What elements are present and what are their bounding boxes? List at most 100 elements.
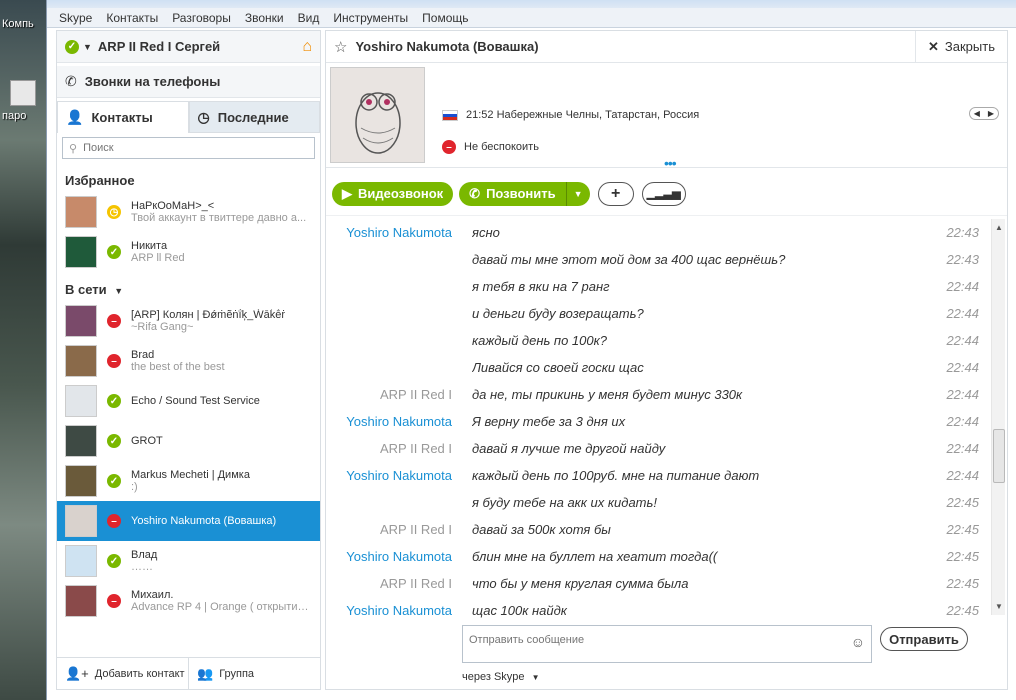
avatar bbox=[65, 465, 97, 497]
call-button[interactable]: ✆ Позвонить bbox=[459, 181, 566, 206]
message-text: давай за 500к хотя бы bbox=[472, 522, 611, 537]
menu-skype[interactable]: Skype bbox=[59, 11, 92, 25]
emoticon-icon[interactable]: ☺ bbox=[851, 634, 865, 650]
star-icon[interactable]: ☆ bbox=[334, 38, 347, 56]
desktop-file-icon[interactable] bbox=[10, 80, 36, 106]
message-sender[interactable]: Yoshiro Nakumota bbox=[326, 468, 452, 483]
avatar bbox=[65, 585, 97, 617]
message-sender[interactable]: Yoshiro Nakumota bbox=[326, 225, 452, 240]
tab-contacts[interactable]: 👤 Контакты bbox=[57, 101, 189, 133]
message-row: Yoshiro Nakumota Я верну тебе за 3 дня их… bbox=[326, 408, 991, 435]
dnd-status-icon: – bbox=[442, 140, 456, 154]
contact-item[interactable]: ✓ Влад…… bbox=[57, 541, 320, 581]
group-icon: 👥 bbox=[197, 665, 214, 681]
message-sender[interactable]: ARP II Red I bbox=[326, 441, 452, 456]
contact-item[interactable]: ◷ НаРкОоМаН>_< Твой аккаунт в твиттере дав… bbox=[57, 192, 320, 232]
call-dropdown-button[interactable]: ▼ bbox=[565, 181, 590, 206]
message-sender[interactable]: ARP II Red I bbox=[326, 576, 452, 591]
signal-bars-icon: ▁▂▃▅ bbox=[646, 188, 681, 200]
profile-name[interactable]: ARP II Red I Сергей bbox=[98, 39, 220, 54]
contact-item[interactable]: – Yoshiro Nakumota (Вовашка) bbox=[57, 501, 320, 541]
favorites-list: ◷ НаРкОоМаН>_< Твой аккаунт в твиттере дав… bbox=[57, 192, 320, 272]
message-time: 22:44 bbox=[946, 360, 979, 375]
via-selector[interactable]: через Skype ▼ bbox=[462, 671, 540, 683]
message-time: 22:45 bbox=[946, 576, 979, 591]
contact-name: Markus Mecheti | Димка bbox=[131, 469, 250, 481]
dnd-status-icon: – bbox=[107, 354, 121, 368]
scroll-thumb[interactable] bbox=[993, 429, 1005, 483]
menu-tools[interactable]: Инструменты bbox=[333, 11, 408, 25]
call-label: Позвонить bbox=[486, 186, 556, 201]
message-row: Yoshiro Nakumota щас 100к найдк 22:45 bbox=[326, 597, 991, 619]
arrow-right-icon[interactable]: ▶ bbox=[984, 108, 998, 119]
video-call-button[interactable]: ▶ Видеозвонок bbox=[332, 181, 454, 206]
message-row: и деньги буду возеращать? 22:44 bbox=[326, 300, 991, 327]
contact-mood: ~Rifa Gang~ bbox=[131, 321, 194, 333]
phone-calls-bar[interactable]: ✆ Звонки на телефоны bbox=[57, 66, 320, 98]
favorites-header[interactable]: Избранное bbox=[57, 163, 320, 192]
person-icon: 👤 bbox=[66, 109, 84, 125]
message-time: 22:43 bbox=[946, 225, 979, 240]
add-button[interactable]: + bbox=[597, 181, 634, 206]
online-status-icon[interactable]: ✓ bbox=[65, 39, 79, 54]
title-bar bbox=[47, 0, 1016, 8]
contact-text: [ARP] Колян | Ɖǿṁẽṅḯķ_Ẃāḱḕṙ ~Rifa Gang~ bbox=[131, 309, 312, 333]
contact-text: Михаил. Advance RP 4 | Orange ( открытие.… bbox=[131, 589, 312, 613]
message-sender[interactable]: ARP II Red I bbox=[326, 387, 452, 402]
contact-item[interactable]: ✓ Markus Mecheti | Димка:) bbox=[57, 461, 320, 501]
desktop-label-computer: Компь bbox=[2, 18, 34, 30]
contact-item[interactable]: ✓ GROT bbox=[57, 421, 320, 461]
message-sender[interactable]: Yoshiro Nakumota bbox=[326, 414, 452, 429]
dnd-status-icon: – bbox=[107, 514, 121, 528]
contact-item[interactable]: – Brad the best of the best bbox=[57, 341, 320, 381]
tab-recent[interactable]: ◷ Последние bbox=[188, 101, 320, 133]
contact-item[interactable]: – [ARP] Колян | Ɖǿṁẽṅḯķ_Ẃāḱḕṙ ~Rifa Gang~ bbox=[57, 301, 320, 341]
message-sender[interactable]: ARP II Red I bbox=[326, 522, 452, 537]
message-text: я тебя в яки на 7 ранг bbox=[472, 279, 610, 294]
desktop-strip: Компь паро bbox=[0, 0, 46, 700]
chevron-down-icon[interactable]: ▼ bbox=[83, 42, 92, 52]
add-contact-button[interactable]: 👤+ Добавить контакт bbox=[57, 658, 188, 689]
online-header[interactable]: В сети ▼ bbox=[57, 272, 320, 301]
message-input[interactable] bbox=[469, 630, 839, 650]
message-sender[interactable]: Yoshiro Nakumota bbox=[326, 603, 452, 618]
message-text: я буду тебе на акк их кидать! bbox=[472, 495, 657, 510]
scroll-down-icon[interactable]: ▼ bbox=[995, 602, 1003, 611]
contact-name: [ARP] Колян | Ɖǿṁẽṅḯķ_Ẃāḱḕṙ bbox=[131, 309, 286, 321]
contact-name: Brad bbox=[131, 349, 155, 361]
arrow-left-icon[interactable]: ◀ bbox=[970, 108, 984, 119]
call-split-button: ✆ Позвонить ▼ bbox=[459, 181, 590, 206]
contact-item[interactable]: ✓ Echo / Sound Test Service bbox=[57, 381, 320, 421]
call-quality-button[interactable]: ▁▂▃▅ bbox=[641, 181, 686, 206]
contact-item[interactable]: – Михаил. Advance RP 4 | Orange ( открытие… bbox=[57, 581, 320, 621]
menu-contacts[interactable]: Контакты bbox=[106, 11, 158, 25]
send-button[interactable]: Отправить bbox=[880, 627, 968, 651]
chat-scrollbar[interactable]: ▲ ▼ bbox=[991, 219, 1005, 615]
online-list: – [ARP] Колян | Ɖǿṁẽṅḯķ_Ẃāḱḕṙ ~Rifa Gang~ –… bbox=[57, 301, 320, 621]
online-status-icon: ✓ bbox=[107, 245, 121, 259]
message-time: 22:44 bbox=[946, 306, 979, 321]
chevron-down-icon[interactable]: ▼ bbox=[114, 286, 123, 296]
message-sender[interactable]: Yoshiro Nakumota bbox=[326, 549, 452, 564]
scroll-up-icon[interactable]: ▲ bbox=[995, 223, 1003, 232]
search-input[interactable] bbox=[83, 142, 284, 154]
online-status-icon: ✓ bbox=[107, 474, 121, 488]
message-row: давай ты мне этот мой дом за 400 щас вер… bbox=[326, 246, 991, 273]
contact-name: Влад bbox=[131, 549, 158, 561]
profile-bar[interactable]: ✓ ▼ ARP II Red I Сергей ⌂ bbox=[57, 31, 320, 63]
message-row: Yoshiro Nakumota каждый день по 100руб. м… bbox=[326, 462, 991, 489]
message-text: Я верну тебе за 3 дня их bbox=[472, 414, 626, 429]
menu-conversations[interactable]: Разговоры bbox=[172, 11, 231, 25]
menu-help[interactable]: Помощь bbox=[422, 11, 468, 25]
menu-view[interactable]: Вид bbox=[298, 11, 320, 25]
message-row: ARP II Red I да не, ты прикинь у меня буд… bbox=[326, 381, 991, 408]
resize-handle[interactable]: ••• bbox=[664, 155, 677, 171]
conversation-header: ☆ Yoshiro Nakumota (Вовашка) ✕ Закрыть bbox=[326, 30, 1007, 63]
home-icon[interactable]: ⌂ bbox=[302, 38, 312, 56]
menu-calls[interactable]: Звонки bbox=[245, 11, 284, 25]
contact-avatar[interactable] bbox=[330, 67, 425, 163]
close-button[interactable]: ✕ Закрыть bbox=[915, 30, 1007, 63]
online-status-icon: ✓ bbox=[107, 554, 121, 568]
contact-item[interactable]: ✓ Никита ARP ll Red bbox=[57, 232, 320, 272]
group-button[interactable]: 👥 Группа bbox=[188, 658, 320, 689]
